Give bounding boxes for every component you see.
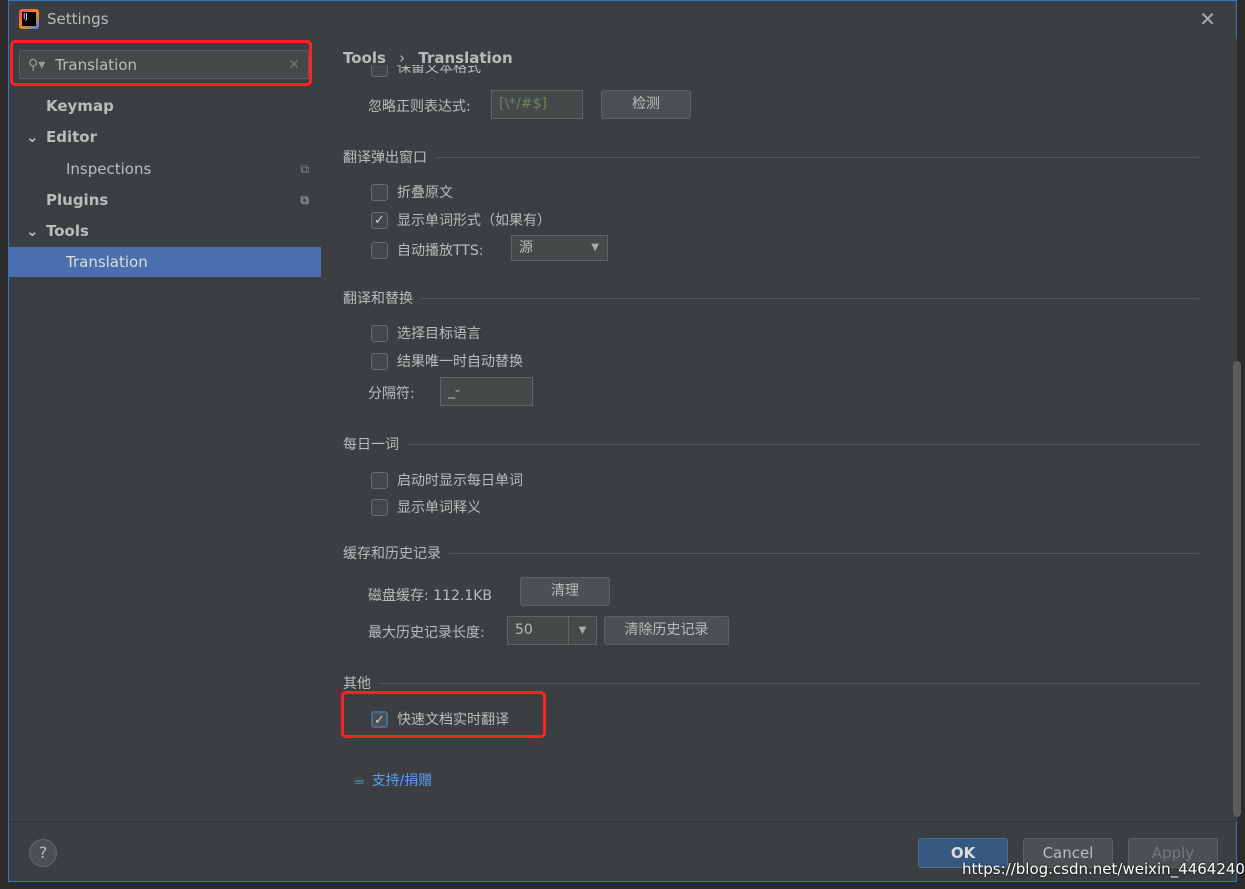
section-replace: 翻译和替换 — [343, 288, 1199, 308]
sidebar-item-tools[interactable]: ⌄ Tools — [9, 216, 321, 246]
checkbox-box — [371, 183, 388, 201]
sidebar: ⚲▾ ✕ Keymap ⌄Editor Inspections⧉ Plugins… — [9, 39, 321, 821]
watermark: https://blog.csdn.net/weixin_44642403 — [962, 860, 1245, 878]
checkbox-select-target-language[interactable]: 选择目标语言 — [371, 323, 481, 343]
tts-select[interactable]: 源 ▼ — [511, 235, 608, 261]
regex-label: 忽略正则表达式: — [368, 99, 471, 115]
support-link[interactable]: ☕ 支持/捐赠 — [353, 770, 432, 790]
checkbox-auto-replace[interactable]: 结果唯一时自动替换 — [371, 351, 523, 371]
title-bar: Settings — [19, 9, 109, 29]
chevron-down-icon[interactable]: ⌄ — [26, 122, 39, 152]
highlight-annotation — [10, 40, 312, 86]
project-scope-icon: ⧉ — [300, 162, 309, 176]
help-button[interactable]: ? — [29, 839, 57, 867]
highlight-annotation — [341, 691, 546, 738]
separator-input[interactable]: _- — [440, 377, 533, 406]
max-history-label: 最大历史记录长度: — [368, 625, 485, 641]
clear-cache-button[interactable]: 清理 — [520, 577, 610, 606]
dropdown-arrow-icon[interactable]: ▼ — [568, 617, 596, 644]
settings-window: Settings ✕ ⚲▾ ✕ Keymap ⌄Editor Inspectio… — [8, 0, 1241, 882]
scrollbar[interactable] — [1233, 361, 1241, 817]
disk-cache-label: 磁盘缓存: 112.1KB — [368, 588, 493, 604]
checkbox-box — [371, 352, 388, 370]
checkbox-show-meaning[interactable]: 显示单词释义 — [371, 497, 481, 517]
disk-cache-value: 112.1KB — [433, 588, 493, 604]
settings-content: Tools › Translation 保留文本格式 忽略正则表达式: [\*/… — [321, 39, 1237, 821]
window-title: Settings — [47, 10, 109, 28]
checkbox-box — [371, 65, 388, 77]
section-other: 其他 — [343, 673, 1199, 693]
checkbox-box — [371, 241, 388, 259]
checkbox-auto-tts[interactable]: 自动播放TTS: — [371, 240, 483, 260]
project-scope-icon: ⧉ — [300, 193, 309, 207]
sidebar-item-translation[interactable]: Translation — [9, 247, 321, 277]
checkmark-icon: ✓ — [371, 211, 388, 229]
sidebar-item-plugins[interactable]: Plugins ⧉ — [9, 185, 321, 215]
intellij-logo-icon — [19, 9, 39, 29]
section-daily-word: 每日一词 — [343, 434, 1199, 454]
sidebar-item-inspections[interactable]: Inspections ⧉ — [9, 154, 321, 184]
sidebar-item-editor[interactable]: ⌄ Editor — [9, 122, 321, 152]
sidebar-item-keymap[interactable]: Keymap — [9, 91, 321, 121]
coffee-cup-icon: ☕ — [353, 772, 366, 788]
chevron-down-icon[interactable]: ⌄ — [26, 216, 39, 246]
checkbox-box — [371, 324, 388, 342]
section-cache: 缓存和历史记录 — [343, 543, 1199, 563]
checkbox-fold-original[interactable]: 折叠原文 — [371, 182, 453, 202]
checkbox-show-word-forms[interactable]: ✓ 显示单词形式（如果有） — [371, 210, 551, 230]
regex-input[interactable]: [\*/#$] — [491, 90, 583, 119]
checkbox-keep-format[interactable]: 保留文本格式 — [371, 65, 481, 77]
checkbox-show-daily-word[interactable]: 启动时显示每日单词 — [371, 470, 523, 490]
close-icon[interactable]: ✕ — [1199, 7, 1216, 31]
max-history-select[interactable]: 50 ▼ — [507, 616, 597, 645]
detect-button[interactable]: 检测 — [601, 90, 691, 119]
dropdown-arrow-icon: ▼ — [591, 242, 599, 253]
separator-label: 分隔符: — [368, 386, 415, 402]
section-popup: 翻译弹出窗口 — [343, 147, 1199, 167]
clear-history-button[interactable]: 清除历史记录 — [604, 616, 729, 645]
checkbox-box — [371, 498, 388, 516]
checkbox-box — [371, 471, 388, 489]
